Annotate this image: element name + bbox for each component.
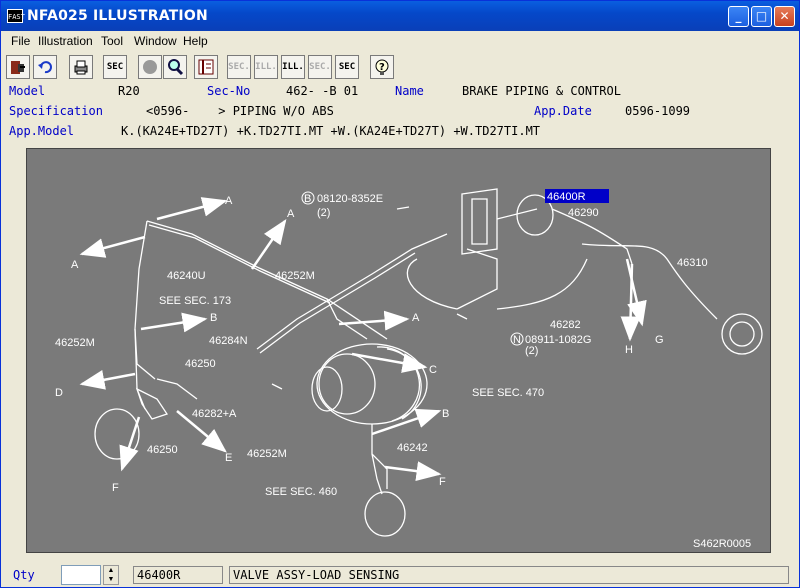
ref-a-2: A [71, 259, 79, 271]
brake-piping-diagram: 46400R B 08120-8352E (2) 46290 46310 462… [55, 188, 763, 550]
toolbar: SEC SEC. ILL. ILL. SEC. SEC ? [1, 52, 799, 82]
menu-bar: File Illustration Tool Window Help [1, 31, 799, 51]
part-number-field: 46400R [133, 566, 223, 584]
sec-query-icon[interactable]: SEC [335, 55, 359, 79]
callout-46284n[interactable]: 46284N [209, 335, 248, 347]
callout-46252m-bottom[interactable]: 46252M [247, 448, 287, 460]
maximize-button[interactable]: □ [751, 6, 772, 27]
ref-g: G [655, 334, 664, 346]
illustration-ref-number: S462R0005 [693, 538, 751, 550]
title-bar[interactable]: FAST NFA025 ILLUSTRATION _ □ ✕ [1, 1, 799, 31]
callout-see-sec-460[interactable]: SEE SEC. 460 [265, 486, 337, 498]
menu-help[interactable]: Help [183, 34, 208, 48]
sec-icon[interactable]: SEC [103, 55, 127, 79]
name-value: BRAKE PIPING & CONTROL [462, 84, 621, 98]
spec-value: <0596- > PIPING W/O ABS [146, 104, 334, 118]
secno-label: Sec-No [207, 84, 251, 98]
qty-label: Qty [13, 568, 35, 582]
callout-46242[interactable]: 46242 [397, 442, 428, 454]
callout-46282a[interactable]: 46282+A [192, 408, 237, 420]
ref-e: E [225, 452, 232, 464]
name-label: Name [395, 84, 424, 98]
exit-icon[interactable] [6, 55, 30, 79]
part-name-field: VALVE ASSY-LOAD SENSING [229, 566, 789, 584]
appdate-label: App.Date [534, 104, 592, 118]
nut-mark: N [513, 334, 521, 346]
print-icon[interactable] [69, 55, 93, 79]
window-title: NFA025 ILLUSTRATION [27, 8, 208, 24]
info-panel: Model R20 Sec-No 462- -B 01 Name BRAKE P… [1, 82, 799, 144]
callout-46250-bottom[interactable]: 46250 [147, 444, 178, 456]
undo-icon[interactable] [33, 55, 57, 79]
app-icon: FAST [7, 9, 25, 23]
sec-forward-icon[interactable]: SEC. [308, 55, 332, 79]
menu-file[interactable]: File [11, 34, 30, 48]
callout-see-sec-470[interactable]: SEE SEC. 470 [472, 387, 544, 399]
help-icon[interactable]: ? [370, 55, 394, 79]
qty-input[interactable] [61, 565, 101, 585]
callout-46252m-top[interactable]: 46252M [275, 270, 315, 282]
minimize-button[interactable]: _ [728, 6, 749, 27]
menu-illustration[interactable]: Illustration [38, 34, 93, 48]
callout-46240u[interactable]: 46240U [167, 270, 206, 282]
model-value: R20 [118, 84, 140, 98]
illustration-canvas[interactable]: 46400R B 08120-8352E (2) 46290 46310 462… [26, 148, 771, 553]
zoom-icon[interactable] [163, 55, 187, 79]
secno-value: 462- -B 01 [286, 84, 359, 98]
app-window: FAST NFA025 ILLUSTRATION _ □ ✕ File Illu… [0, 0, 800, 588]
ref-d: D [55, 387, 63, 399]
ref-c: C [429, 364, 437, 376]
ref-a-3: A [287, 208, 295, 220]
callout-bolt[interactable]: 08120-8352E [317, 193, 383, 205]
ref-b-1: B [210, 312, 217, 324]
callout-46400r[interactable]: 46400R [547, 191, 586, 203]
ref-b-2: B [442, 408, 449, 420]
svg-text:?: ? [379, 62, 385, 73]
callout-46252m-left[interactable]: 46252M [55, 337, 95, 349]
ill-icon[interactable]: ILL. [281, 55, 305, 79]
appdate-value: 0596-1099 [625, 104, 691, 118]
model-label: Model [9, 84, 46, 98]
ref-f-1: F [112, 482, 119, 494]
ref-a-1: A [225, 195, 233, 207]
callout-nut-qty: (2) [525, 345, 538, 357]
ill-back-icon[interactable]: ILL. [254, 55, 278, 79]
callout-bolt-qty: (2) [317, 207, 330, 219]
book-icon[interactable] [194, 55, 218, 79]
qty-stepper[interactable]: ▲ ▼ [103, 565, 119, 585]
ref-h: H [625, 344, 633, 356]
ref-f-2: F [439, 476, 446, 488]
sec-back-icon[interactable]: SEC. [227, 55, 251, 79]
ref-a-4: A [412, 312, 420, 324]
bolt-mark: B [304, 193, 311, 205]
appmodel-label: App.Model [9, 124, 75, 138]
callout-see-sec-173[interactable]: SEE SEC. 173 [159, 295, 231, 307]
circle-icon[interactable] [138, 55, 162, 79]
appmodel-value: K.(KA24E+TD27T) +K.TD27TI.MT +W.(KA24E+T… [121, 124, 541, 138]
menu-window[interactable]: Window [134, 34, 177, 48]
menu-tool[interactable]: Tool [101, 34, 123, 48]
callout-46290[interactable]: 46290 [568, 207, 599, 219]
status-bar: Qty ▲ ▼ 46400R VALVE ASSY-LOAD SENSING [1, 563, 799, 587]
callout-46310[interactable]: 46310 [677, 257, 708, 269]
spec-label: Specification [9, 104, 103, 118]
callout-46282[interactable]: 46282 [550, 319, 581, 331]
close-button[interactable]: ✕ [774, 6, 795, 27]
callout-46250-top[interactable]: 46250 [185, 358, 216, 370]
